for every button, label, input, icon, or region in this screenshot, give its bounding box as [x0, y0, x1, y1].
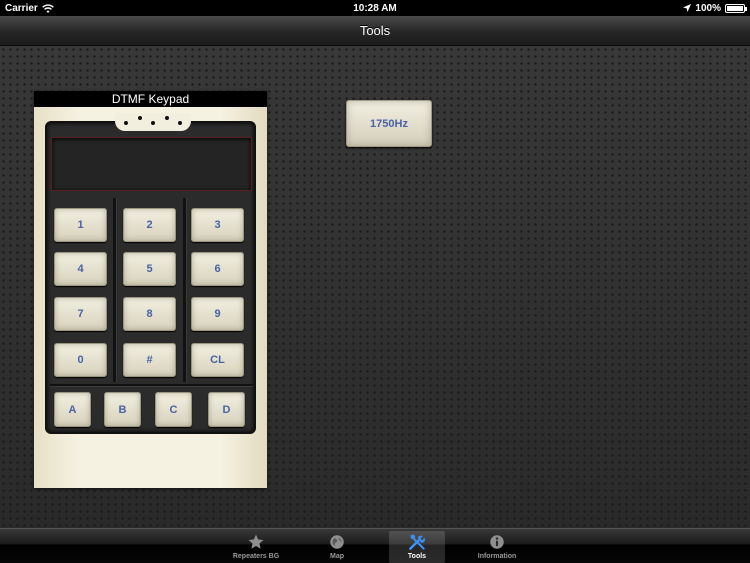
speaker-dot [165, 116, 169, 120]
key-b[interactable]: B [104, 392, 141, 427]
battery-fill [727, 5, 743, 11]
speaker-notch [115, 113, 191, 131]
column-divider [113, 198, 116, 382]
key-a[interactable]: A [54, 392, 91, 427]
dtmf-display [51, 137, 252, 191]
dtmf-keypad-panel: DTMF Keypad 1 2 3 4 5 6 7 8 9 0 # CL A B… [34, 91, 267, 488]
status-left: Carrier [5, 3, 54, 14]
row-divider [50, 384, 253, 386]
tab-label: Tools [407, 553, 427, 560]
column-divider [183, 198, 186, 382]
info-icon [488, 531, 506, 552]
key-d[interactable]: D [208, 392, 245, 427]
location-arrow-icon [683, 4, 692, 12]
key-clear[interactable]: CL [191, 343, 244, 377]
status-right: 100% [683, 2, 747, 14]
key-4[interactable]: 4 [54, 252, 107, 286]
key-6[interactable]: 6 [191, 252, 244, 286]
speaker-dot [124, 121, 128, 125]
tab-bar: Repeaters BG Map Tools Information [0, 528, 750, 563]
status-bar: Carrier 10:28 AM 100% [0, 0, 750, 16]
key-8[interactable]: 8 [123, 297, 176, 331]
key-hash[interactable]: # [123, 343, 176, 377]
key-5[interactable]: 5 [123, 252, 176, 286]
speaker-dot [138, 116, 142, 120]
dtmf-header: DTMF Keypad [34, 91, 267, 107]
nav-title: Tools [359, 23, 391, 38]
tone-1750hz-button[interactable]: 1750Hz [346, 100, 432, 147]
tools-icon [406, 531, 428, 552]
status-time: 10:28 AM [353, 2, 397, 14]
speaker-dot [178, 121, 182, 125]
dtmf-paper: 1 2 3 4 5 6 7 8 9 0 # CL A B C D [34, 107, 267, 488]
battery-percent: 100% [695, 2, 721, 14]
tab-repeaters[interactable]: Repeaters BG [228, 531, 284, 563]
key-0[interactable]: 0 [54, 343, 107, 377]
key-2[interactable]: 2 [123, 208, 176, 242]
key-1[interactable]: 1 [54, 208, 107, 242]
tab-information[interactable]: Information [469, 531, 525, 563]
key-7[interactable]: 7 [54, 297, 107, 331]
battery-icon [725, 3, 747, 13]
keypad-device: 1 2 3 4 5 6 7 8 9 0 # CL A B C D [45, 113, 256, 434]
tab-label: Repeaters BG [232, 553, 280, 560]
carrier-label: Carrier [5, 2, 38, 14]
key-c[interactable]: C [155, 392, 192, 427]
star-icon [247, 531, 265, 552]
tab-tools[interactable]: Tools [389, 531, 445, 563]
tab-label: Map [330, 553, 344, 560]
tab-map[interactable]: Map [309, 531, 365, 563]
navigation-bar: Tools [0, 16, 750, 46]
wifi-icon [42, 3, 54, 13]
key-3[interactable]: 3 [191, 208, 244, 242]
tab-label: Information [477, 553, 517, 560]
key-9[interactable]: 9 [191, 297, 244, 331]
speaker-dot [151, 121, 155, 125]
globe-icon [328, 531, 346, 552]
